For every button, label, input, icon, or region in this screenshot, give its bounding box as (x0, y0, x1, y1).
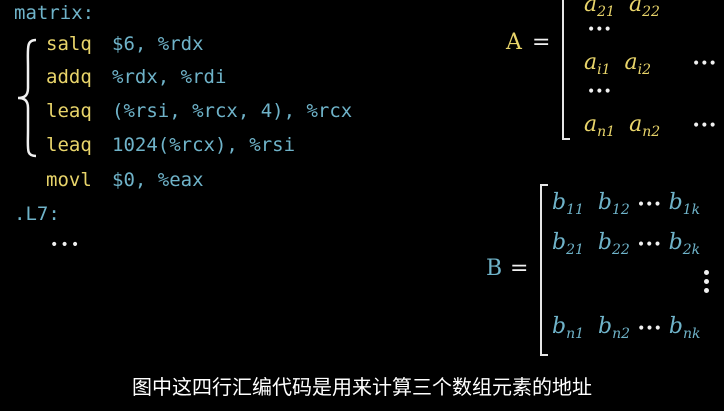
entry: a (584, 50, 598, 75)
label-matrix: matrix: (14, 2, 95, 24)
subscript: 22 (612, 242, 630, 258)
matrix-b-name: B (486, 256, 503, 281)
matrix-a-row-3: an1 an2 (584, 112, 660, 140)
mnemonic: leaq (46, 100, 92, 122)
mnemonic: movl (46, 169, 92, 191)
subscript: i1 (597, 62, 611, 78)
entry: b (597, 190, 613, 215)
subtitle: 图中这四行汇编代码是用来计算三个数组元素的地址 (132, 375, 592, 399)
subscript: 11 (566, 202, 584, 218)
entry: b (598, 314, 613, 339)
hdots: ••• (636, 237, 662, 253)
matrix-a-hdots-1: ••• (587, 22, 612, 38)
operands: $0, %eax (112, 169, 204, 191)
subscript: 2k (682, 242, 701, 258)
subscript: 21 (597, 4, 615, 20)
subscript: 21 (566, 242, 584, 258)
entry: b (668, 190, 683, 215)
entry: b (552, 230, 567, 255)
operands: (%rsi, %rcx, 4), %rcx (112, 100, 353, 122)
hdots: ••• (637, 321, 662, 337)
matrix-a-equals: = (532, 30, 551, 55)
matrix-a-row-2: ai1 ai2 (584, 50, 651, 78)
matrix-a-bracket (562, 0, 570, 140)
matrix-a-hdots-2: ••• (692, 56, 717, 72)
entry: b (552, 190, 567, 215)
subscript: n2 (642, 124, 661, 140)
hdots: ••• (636, 197, 662, 213)
entry: a (628, 0, 643, 17)
operands: 1024(%rcx), %rsi (112, 134, 296, 156)
operands: $6, %rdx (112, 33, 204, 55)
entry: b (668, 230, 683, 255)
entry: b (597, 230, 613, 255)
curly-brace-icon (17, 38, 37, 158)
mnemonic: salq (46, 33, 92, 55)
entry: a (584, 112, 598, 137)
subscript: 1k (682, 202, 701, 218)
matrix-a-row-1: a21 a22 (584, 0, 660, 20)
entry: b (668, 314, 683, 339)
matrix-b-row-2: b21 b22 ••• b2k (552, 230, 700, 258)
matrix-a-name: A (506, 30, 522, 55)
matrix-b-vdots (704, 270, 709, 297)
mnemonic: leaq (46, 134, 92, 156)
subscript: n2 (612, 326, 631, 342)
operands: %rdx, %rdi (112, 66, 227, 88)
matrix-a-hdots-4: ••• (692, 118, 717, 134)
entry: b (552, 314, 567, 339)
entry: a (624, 50, 638, 75)
mnemonic: addq (46, 66, 92, 88)
matrix-b-bracket (540, 184, 548, 356)
entry: a (629, 112, 643, 137)
ellipsis: ••• (50, 237, 82, 253)
subscript: nk (682, 326, 701, 342)
matrix-b-equals: = (510, 256, 529, 281)
subscript: 22 (642, 4, 660, 20)
subscript: i2 (637, 62, 652, 78)
subscript: n1 (597, 124, 616, 140)
label-l7: .L7: (14, 203, 60, 225)
subscript: n1 (566, 326, 585, 342)
matrix-b-row-1: b11 b12 ••• b1k (552, 190, 700, 218)
subscript: 12 (612, 202, 630, 218)
entry: a (584, 0, 598, 17)
matrix-b-row-3: bn1 bn2 ••• bnk (552, 314, 700, 342)
matrix-a-hdots-3: ••• (587, 84, 612, 100)
